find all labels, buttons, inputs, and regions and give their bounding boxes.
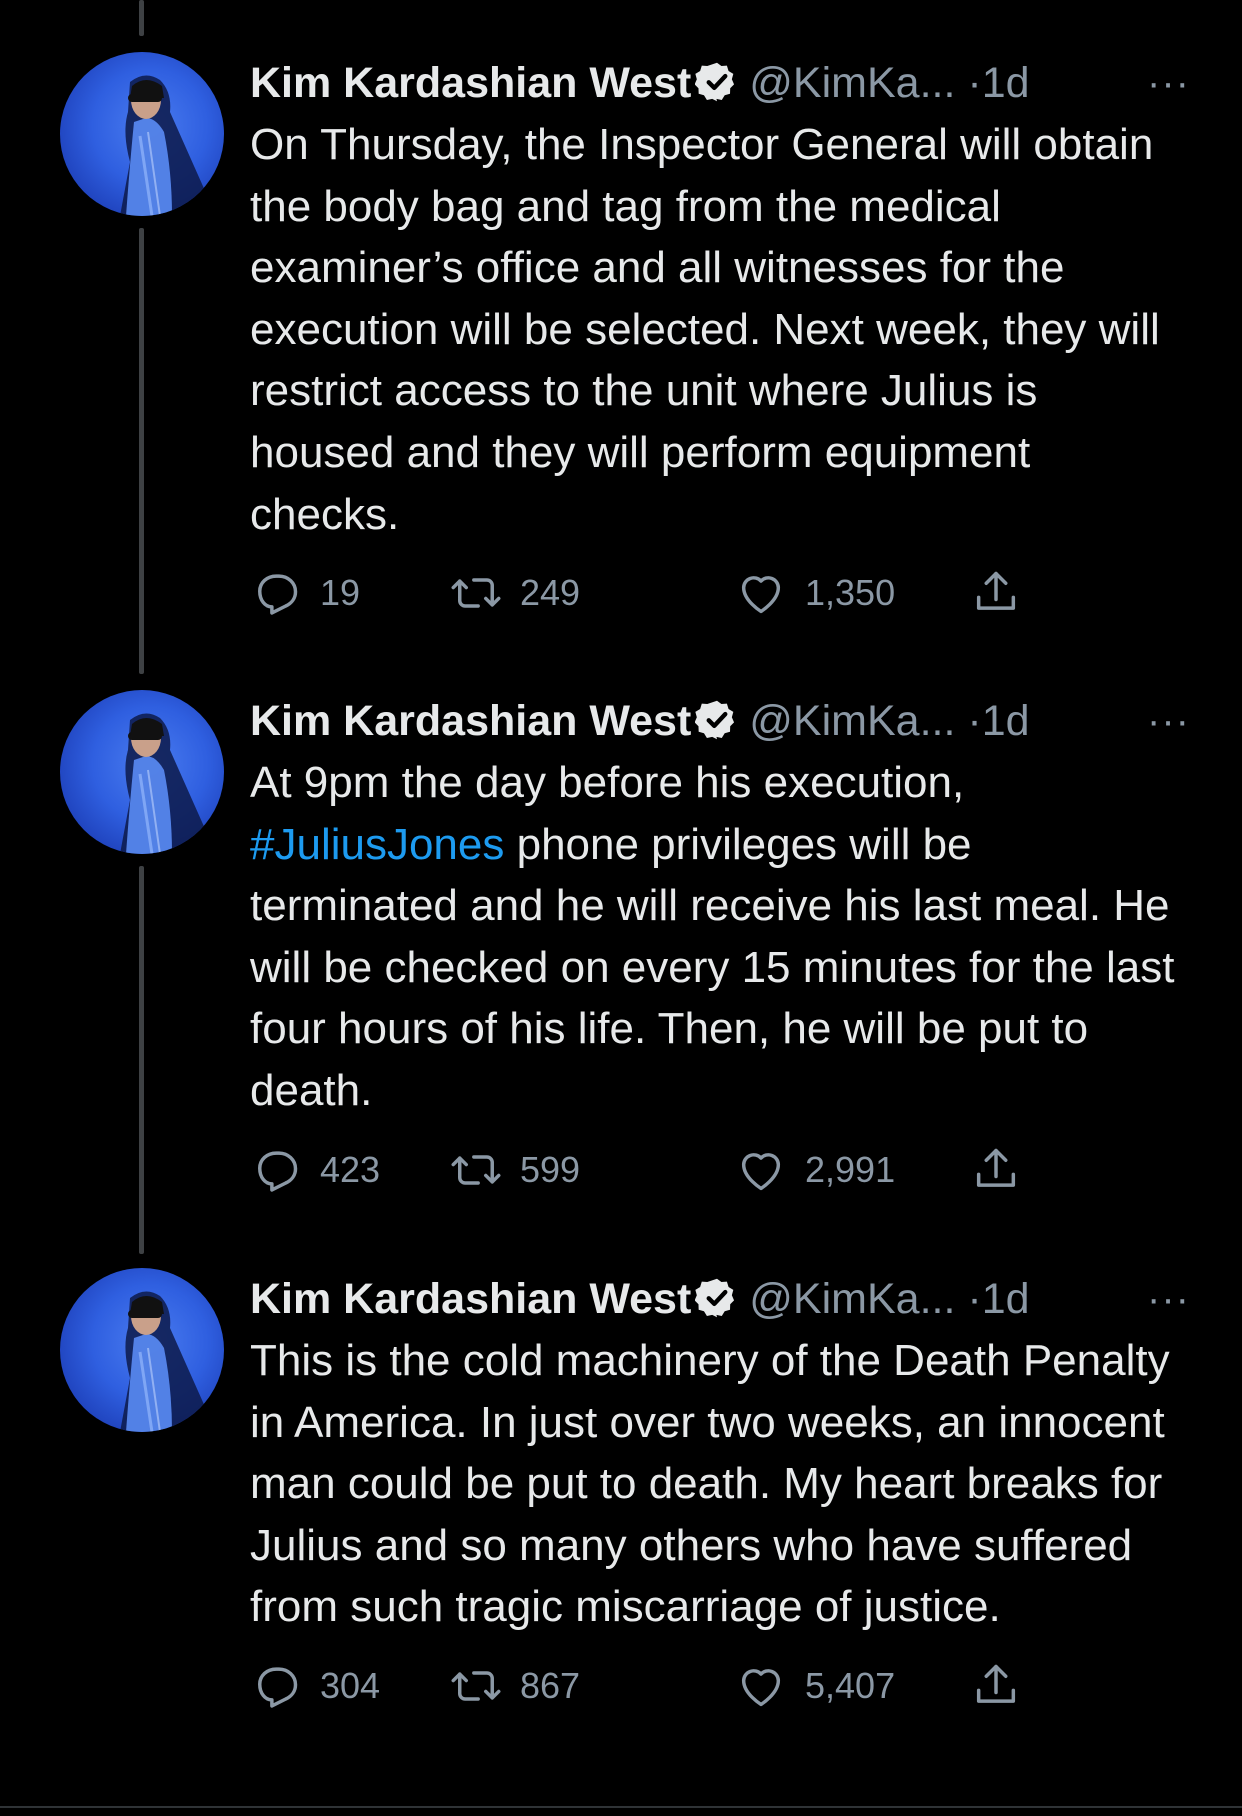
retweet-button[interactable]: 867 [450,1656,580,1716]
tweet-text: On Thursday, the Inspector General will … [250,114,1190,545]
author-handle[interactable]: @KimKa... [749,697,955,745]
reply-button[interactable]: 423 [250,1140,380,1200]
tweet-text-body: On Thursday, the Inspector General will … [250,120,1160,539]
avatar-portrait-image [120,713,210,854]
thread-line-2-3 [139,866,144,1254]
reply-count: 304 [320,1664,381,1706]
tweet-text-body: This is the cold machinery of the Death … [250,1336,1170,1632]
reply-icon [258,574,298,615]
bottom-divider [0,1806,1242,1808]
more-options-icon[interactable]: ··· [1147,690,1190,752]
author-handle[interactable]: @KimKa... [749,1275,955,1323]
tweet-header: Kim Kardashian West @KimKa... ·1d ··· [250,52,1190,114]
thread-line-top [139,0,144,36]
tweet-actions: 304 867 5,407 [250,1656,1190,1716]
retweet-icon [451,578,501,608]
share-icon [976,1148,1016,1187]
reply-icon [258,1150,298,1192]
retweet-count: 599 [520,1148,581,1190]
separator-dot: · [967,1275,982,1323]
retweet-button[interactable]: 249 [450,563,580,623]
separator-dot: · [967,697,982,745]
verified-badge-icon [694,1275,739,1319]
tweet-text: This is the cold machinery of the Death … [250,1330,1190,1638]
tweet-header: Kim Kardashian West @KimKa... ·1d ··· [250,1268,1190,1330]
reply-count: 423 [320,1148,381,1190]
verified-badge-icon [694,697,739,741]
reply-count: 19 [320,572,361,614]
author-name[interactable]: Kim Kardashian West [250,59,691,107]
retweet-count: 867 [520,1664,581,1706]
avatar[interactable] [60,1268,224,1432]
heart-icon [741,1669,781,1707]
share-button[interactable] [970,563,1022,623]
timestamp[interactable]: 1d [982,59,1030,107]
share-icon [976,1664,1016,1703]
like-button[interactable]: 5,407 [735,1656,895,1716]
tweet-actions: 19 249 1,350 [250,563,1190,623]
more-options-icon[interactable]: ··· [1147,52,1190,114]
verified-badge-icon [694,59,739,103]
more-options-icon[interactable]: ··· [1147,1268,1190,1330]
like-count: 1,350 [805,572,896,614]
tweet-text: At 9pm the day before his execution, #Ju… [250,752,1190,1122]
avatar-portrait-image [120,75,210,216]
avatar-portrait-image [120,1291,210,1432]
avatar[interactable] [60,52,224,216]
avatar[interactable] [60,690,224,854]
like-button[interactable]: 2,991 [735,1140,895,1200]
tweet-header: Kim Kardashian West @KimKa... ·1d ··· [250,690,1190,752]
author-name[interactable]: Kim Kardashian West [250,1275,691,1323]
share-button[interactable] [970,1656,1022,1716]
like-count: 5,407 [805,1664,896,1706]
like-button[interactable]: 1,350 [735,563,895,623]
thread-line-1-2 [139,228,144,674]
timestamp[interactable]: 1d [982,697,1030,745]
retweet-button[interactable]: 599 [450,1140,580,1200]
heart-icon [741,1152,781,1190]
reply-icon [258,1667,298,1708]
heart-icon [741,576,781,614]
tweet-text-body: At 9pm the day before his execution, [250,758,965,807]
share-icon [976,571,1016,611]
timestamp[interactable]: 1d [982,1275,1030,1323]
retweet-icon [451,1154,501,1185]
author-name[interactable]: Kim Kardashian West [250,697,691,745]
like-count: 2,991 [805,1148,896,1190]
reply-button[interactable]: 304 [250,1656,380,1716]
author-handle[interactable]: @KimKa... [749,59,955,107]
reply-button[interactable]: 19 [250,563,360,623]
tweet-actions: 423 599 2,991 [250,1140,1190,1200]
share-button[interactable] [970,1140,1022,1200]
separator-dot: · [967,59,982,107]
hashtag-link[interactable]: #JuliusJones [250,820,504,869]
retweet-count: 249 [520,572,581,614]
retweet-icon [451,1671,501,1701]
